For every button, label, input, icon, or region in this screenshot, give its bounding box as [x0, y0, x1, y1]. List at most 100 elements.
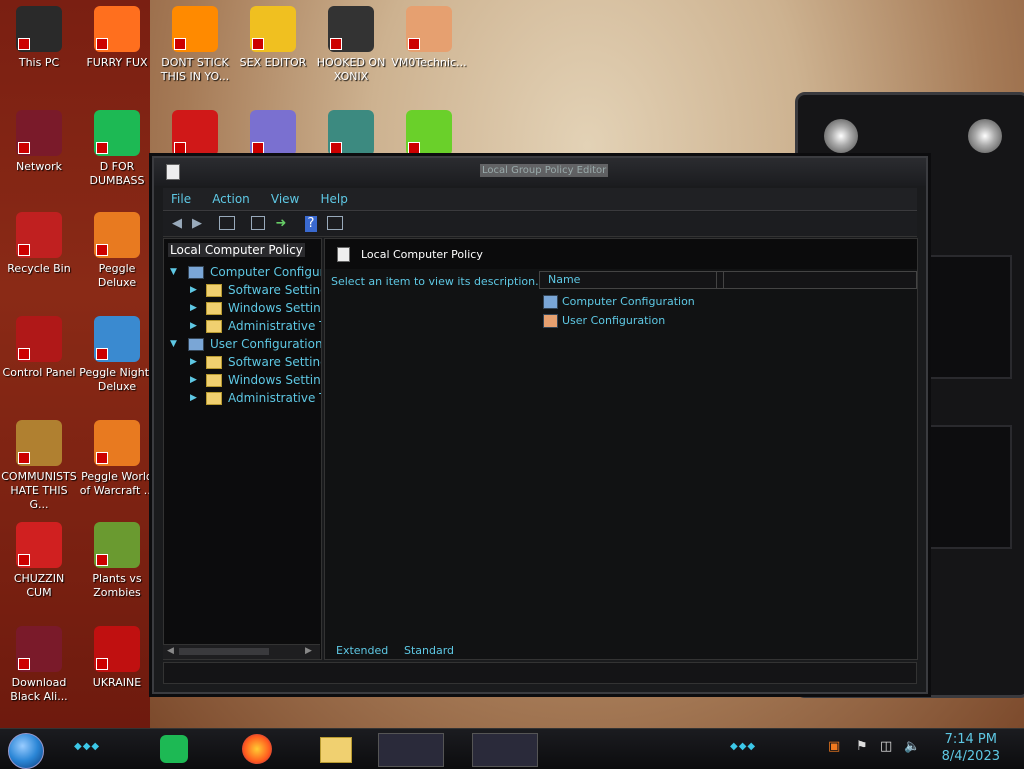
- tab-standard[interactable]: Standard: [404, 644, 454, 657]
- desktop-icon[interactable]: Peggle Deluxe: [78, 212, 156, 290]
- desktop-icon-label: Peggle World of Warcraft ...: [79, 470, 155, 497]
- desktop-icon[interactable]: D FOR DUMBASS: [78, 110, 156, 188]
- spotify-icon[interactable]: [160, 735, 188, 763]
- expand-chevron-icon[interactable]: ▶: [190, 357, 197, 367]
- notepad-icon[interactable]: [472, 733, 538, 767]
- shortcut-badge-icon: [18, 348, 30, 360]
- desktop-icon[interactable]: CHUZZIN CUM: [0, 522, 78, 600]
- group-policy-editor-window[interactable]: Local Group Policy Editor File Action Vi…: [152, 156, 928, 694]
- desktop-icon[interactable]: DONT STICK THIS IN YO...: [156, 6, 234, 84]
- desktop-icon-label: DONT STICK THIS IN YO...: [160, 56, 230, 83]
- console-tree-icon[interactable]: [219, 216, 235, 230]
- scroll-left-icon[interactable]: ◀: [167, 646, 174, 656]
- list-item-computer-configuration[interactable]: Computer Configuration: [543, 295, 695, 309]
- column-separator[interactable]: [716, 272, 724, 288]
- app-icon: [94, 212, 140, 258]
- desktop-icon[interactable]: Control Panel: [0, 316, 78, 380]
- desktop-icon-label: Plants vs Zombies: [92, 572, 142, 599]
- desktop-icon[interactable]: Network: [0, 110, 78, 174]
- shortcut-badge-icon: [18, 244, 30, 256]
- back-arrow-icon[interactable]: ◀: [169, 216, 185, 232]
- desktop-icon[interactable]: [156, 110, 234, 160]
- scroll-right-icon[interactable]: ▶: [305, 646, 312, 656]
- desktop-icon[interactable]: HOOKED ON XONIX: [312, 6, 390, 84]
- desktop-icon[interactable]: [312, 110, 390, 160]
- scroll-thumb[interactable]: [179, 648, 269, 655]
- forward-arrow-icon[interactable]: ▶: [189, 216, 205, 232]
- menu-file[interactable]: File: [163, 189, 199, 209]
- clock[interactable]: 7:14 PM 8/4/2023: [942, 731, 1000, 765]
- tree-node-user-configuration[interactable]: User Configuration: [188, 337, 321, 351]
- app-window-icon[interactable]: [378, 733, 444, 767]
- tree-node-software-settings[interactable]: Software Settings: [206, 283, 321, 297]
- properties-icon[interactable]: [251, 216, 265, 230]
- desktop-icon[interactable]: Peggle World of Warcraft ...: [78, 420, 156, 498]
- desktop-icon[interactable]: VM0Technic...: [390, 6, 468, 70]
- title-bar[interactable]: Local Group Policy Editor: [154, 158, 926, 186]
- column-header[interactable]: Name: [539, 271, 917, 289]
- desktop-icon[interactable]: UKRAINE: [78, 626, 156, 690]
- tab-extended[interactable]: Extended: [336, 644, 388, 657]
- expand-chevron-icon[interactable]: ▶: [190, 285, 197, 295]
- tree-node-windows-settings[interactable]: Windows Settings: [206, 301, 321, 315]
- start-orb-icon[interactable]: [8, 733, 44, 769]
- tree-node-administrative-templates[interactable]: Administrative Templates: [206, 391, 321, 405]
- shortcut-badge-icon: [330, 142, 342, 154]
- tree-node-windows-settings[interactable]: Windows Settings: [206, 373, 321, 387]
- menu-bar: File Action View Help: [163, 188, 917, 211]
- expand-chevron-icon[interactable]: ▶: [190, 375, 197, 385]
- app-icon: [172, 110, 218, 156]
- app-icon: [16, 212, 62, 258]
- shortcut-badge-icon: [96, 38, 108, 50]
- help-icon[interactable]: ?: [305, 216, 317, 232]
- tree-node-administrative-templates[interactable]: Administrative Templates: [206, 319, 321, 333]
- desktop-icon-label: Control Panel: [2, 366, 76, 379]
- app-icon: [94, 6, 140, 52]
- decor-dots: ◆◆◆: [730, 741, 757, 752]
- desktop-icon[interactable]: SEX EDITOR: [234, 6, 312, 70]
- flag-icon[interactable]: ⚑: [856, 739, 868, 754]
- desktop-icon[interactable]: FURRY FUX: [78, 6, 156, 70]
- desktop-icon[interactable]: [234, 110, 312, 160]
- tree-node-software-settings[interactable]: Software Settings: [206, 355, 321, 369]
- desktop-icon[interactable]: This PC: [0, 6, 78, 70]
- shortcut-badge-icon: [96, 452, 108, 464]
- app-icon: [16, 110, 62, 156]
- desktop-icon-label: D FOR DUMBASS: [89, 160, 145, 187]
- desktop-icon-label: Peggle Deluxe: [97, 262, 137, 289]
- desktop-icon[interactable]: [390, 110, 468, 160]
- desktop-icon[interactable]: Download Black Ali...: [0, 626, 78, 704]
- tree-root-local-computer-policy[interactable]: Local Computer Policy: [168, 243, 305, 257]
- menu-help[interactable]: Help: [312, 189, 355, 209]
- export-list-icon[interactable]: ➜: [273, 216, 289, 232]
- app-icon: [328, 6, 374, 52]
- console-icon[interactable]: [327, 216, 343, 230]
- column-name[interactable]: Name: [548, 273, 580, 286]
- collapse-chevron-icon[interactable]: ▼: [170, 339, 177, 349]
- tray-app-icon[interactable]: ▣: [828, 739, 840, 754]
- menu-view[interactable]: View: [263, 189, 307, 209]
- desktop-icon-label: CHUZZIN CUM: [13, 572, 65, 599]
- collapse-chevron-icon[interactable]: ▼: [170, 267, 177, 277]
- expand-chevron-icon[interactable]: ▶: [190, 321, 197, 331]
- menu-action[interactable]: Action: [204, 189, 258, 209]
- desktop-icon[interactable]: Peggle Nights Deluxe: [78, 316, 156, 394]
- tree-horizontal-scrollbar[interactable]: ◀ ▶: [163, 644, 320, 659]
- file-explorer-icon[interactable]: [320, 737, 352, 763]
- volume-icon[interactable]: 🔈: [904, 739, 920, 754]
- tree-node-label: Windows Settings: [228, 301, 321, 315]
- desktop-icon[interactable]: COMMUNISTS HATE THIS G...: [0, 420, 78, 512]
- desktop-icon[interactable]: Plants vs Zombies: [78, 522, 156, 600]
- tree-node-label: Windows Settings: [228, 373, 321, 387]
- description-text: Select an item to view its description.: [331, 275, 539, 288]
- app-icon: [328, 110, 374, 156]
- expand-chevron-icon[interactable]: ▶: [190, 393, 197, 403]
- desktop-icon[interactable]: Recycle Bin: [0, 212, 78, 276]
- folder-icon: [206, 284, 222, 297]
- status-bar: [163, 662, 917, 684]
- firefox-icon[interactable]: [242, 734, 272, 764]
- tree-node-computer-configuration[interactable]: Computer Configuration: [188, 265, 321, 279]
- list-item-user-configuration[interactable]: User Configuration: [543, 314, 665, 328]
- network-icon[interactable]: ◫: [880, 739, 892, 754]
- expand-chevron-icon[interactable]: ▶: [190, 303, 197, 313]
